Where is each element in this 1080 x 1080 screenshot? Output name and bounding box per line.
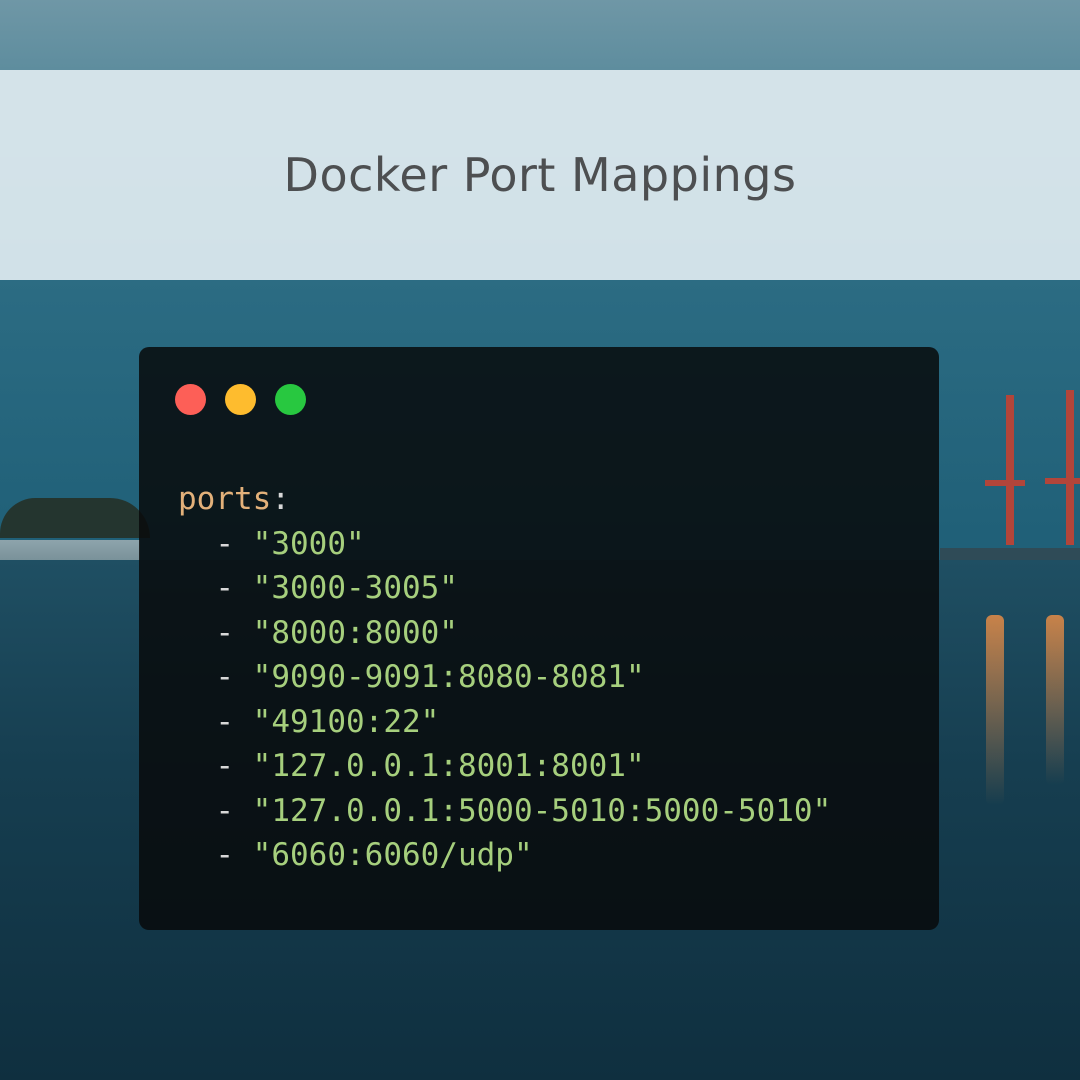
light-reflection (986, 615, 1004, 805)
port-mapping-line: - "6060:6060/udp" (178, 833, 831, 878)
port-mapping-line: - "127.0.0.1:5000-5010:5000-5010" (178, 789, 831, 834)
port-mapping-value: "9090-9091:8080-8081" (252, 659, 645, 695)
code-line-key: ports: (178, 477, 831, 522)
list-dash: - (215, 659, 234, 695)
port-mapping-value: "6060:6060/udp" (252, 837, 533, 873)
port-mapping-line: - "9090-9091:8080-8081" (178, 655, 831, 700)
port-mapping-line: - "49100:22" (178, 700, 831, 745)
port-mapping-line: - "3000-3005" (178, 566, 831, 611)
crane-1 (1006, 395, 1014, 545)
port-mapping-value: "127.0.0.1:5000-5010:5000-5010" (252, 792, 832, 829)
close-button[interactable] (175, 384, 206, 415)
light-reflection (1046, 615, 1064, 785)
port-mapping-value: "49100:22" (252, 703, 440, 740)
port-list: - "3000" - "3000-3005" - "8000:8000" - "… (178, 522, 831, 878)
port-mapping-line: - "3000" (178, 522, 831, 567)
port-mapping-value: "3000-3005" (252, 570, 458, 606)
port-mapping-line: - "8000:8000" (178, 611, 831, 656)
port-mapping-value: "8000:8000" (252, 614, 458, 651)
list-dash: - (215, 614, 234, 651)
minimize-button[interactable] (225, 384, 256, 415)
list-dash: - (215, 748, 234, 784)
list-dash: - (215, 570, 234, 606)
port-mapping-value: "3000" (252, 525, 365, 562)
list-dash: - (215, 525, 234, 562)
port-mapping-value: "127.0.0.1:8001:8001" (252, 748, 645, 784)
crane-2 (1066, 390, 1074, 545)
maximize-button[interactable] (275, 384, 306, 415)
hill (0, 498, 150, 538)
port-mapping-line: - "127.0.0.1:8001:8001" (178, 744, 831, 789)
page-title: Docker Port Mappings (283, 148, 797, 202)
crane-1-arm (985, 480, 1025, 486)
code-block: ports: - "3000" - "3000-3005" - "8000:80… (178, 477, 831, 878)
yaml-key: ports (178, 481, 272, 517)
crane-2-arm (1045, 478, 1080, 484)
window-controls (175, 384, 306, 415)
list-dash: - (215, 703, 234, 740)
yaml-colon: : (271, 481, 290, 517)
title-banner: Docker Port Mappings (0, 70, 1080, 280)
code-window: ports: - "3000" - "3000-3005" - "8000:80… (139, 347, 939, 930)
list-dash: - (215, 837, 234, 873)
list-dash: - (215, 792, 234, 829)
